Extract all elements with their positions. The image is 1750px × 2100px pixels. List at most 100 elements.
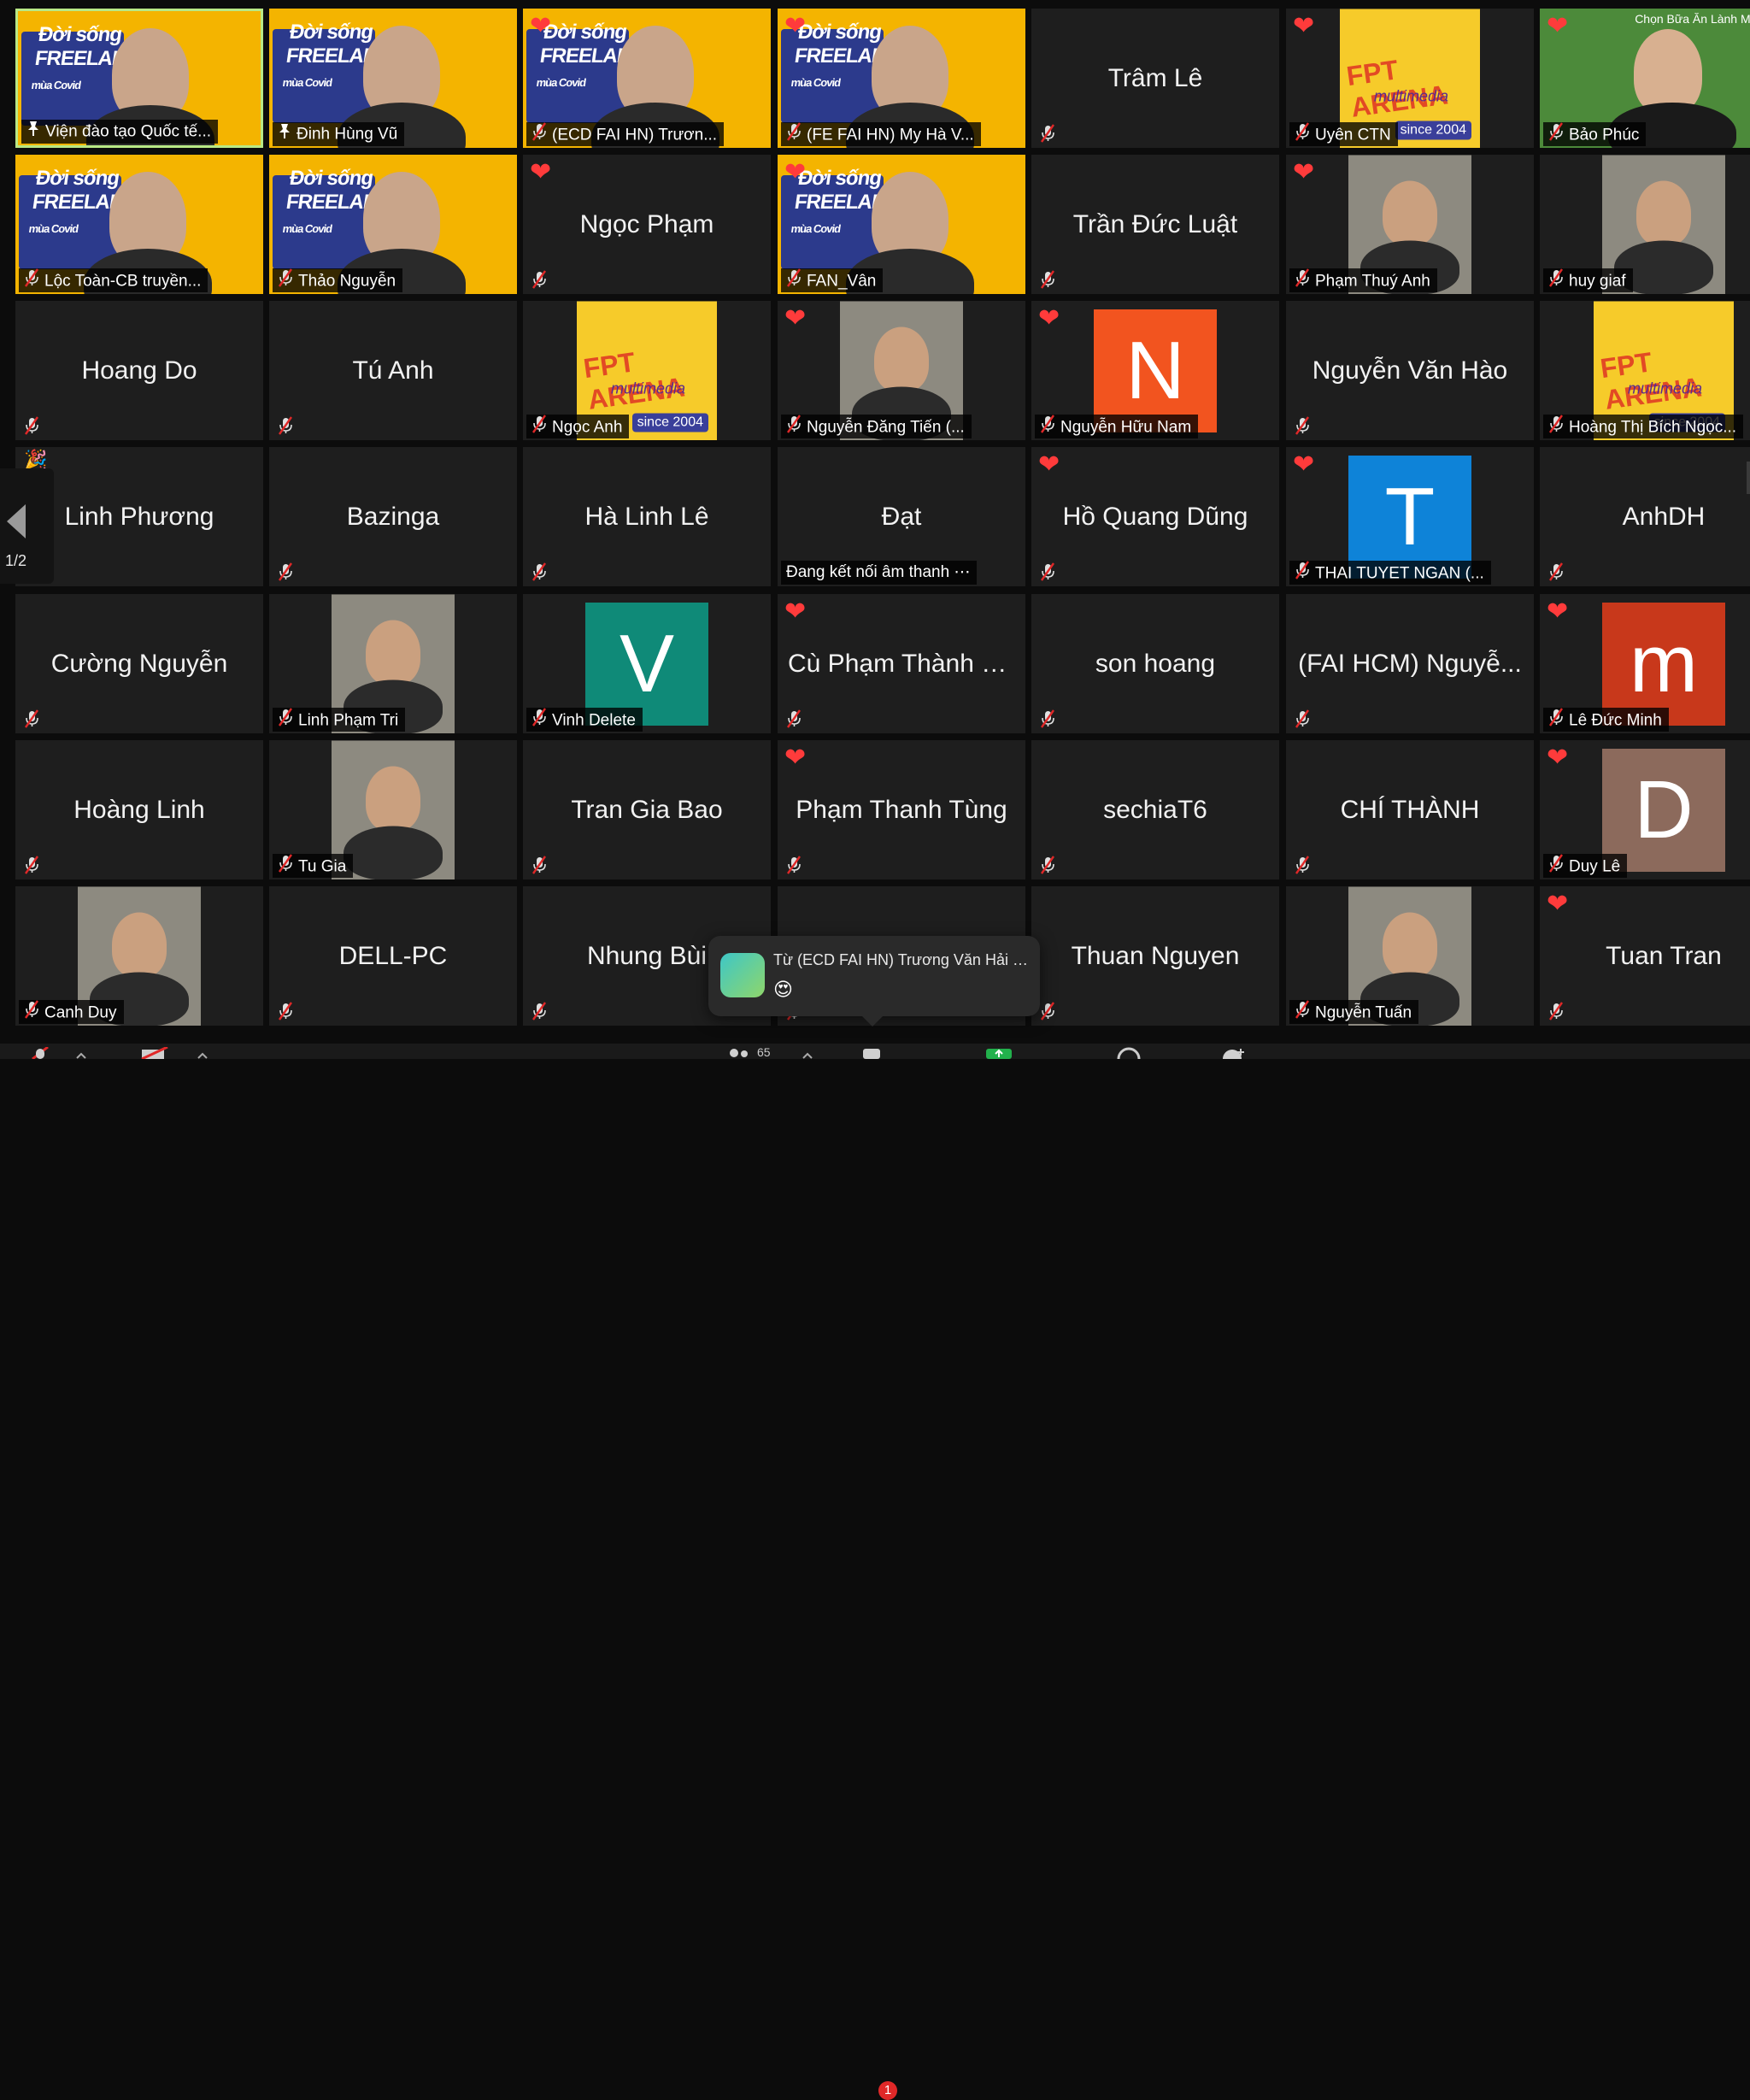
participant-tile[interactable]: Trâm Lê	[1031, 9, 1279, 148]
previous-page-button[interactable]: 1/2	[0, 468, 54, 584]
muted-mic-icon	[786, 415, 802, 438]
reactions-icon[interactable]	[1220, 1047, 1249, 1059]
participant-name: Tuan Tran	[1606, 941, 1722, 970]
participant-tile[interactable]: T ❤ THAI TUYET NGAN (...	[1286, 447, 1534, 586]
participant-tile[interactable]: Tran Gia Bao	[523, 740, 771, 879]
participant-tile[interactable]: Ngọc Phạm ❤	[523, 155, 771, 294]
toast-message: 😍	[773, 979, 793, 1000]
participant-name: Cường Nguyễn	[50, 649, 228, 678]
participant-tile[interactable]: Đời sống FREELANCER mùa Covid ❤ (ECD FAI HN)…	[523, 9, 771, 148]
participant-name: Nguyễn Văn Hào	[1312, 356, 1508, 385]
participant-tile[interactable]: Đời sống FREELANCER mùa Covid ❤ FAN_Vân	[778, 155, 1025, 294]
heart-reaction-icon: ❤	[1547, 890, 1569, 918]
participant-tile[interactable]: Đạt Đang kết nối âm thanh ⋯	[778, 447, 1025, 586]
participant-tile[interactable]: Hà Linh Lê	[523, 447, 771, 586]
participant-name: Cù Phạm Thành H...	[788, 649, 1021, 678]
participant-tile[interactable]: Cường Nguyễn	[15, 594, 263, 733]
participant-tile[interactable]: FPT ARENA multimedia since 2004 Ngọc Anh	[523, 301, 771, 440]
participant-label: Viện đào tạo Quốc tế...	[21, 120, 219, 144]
muted-mic-icon	[531, 1002, 549, 1021]
next-page-handle[interactable]	[1747, 462, 1750, 494]
participant-tile[interactable]: Linh Phạm Tri	[269, 594, 517, 733]
avatar-letter: T	[1348, 455, 1471, 579]
chevron-up-icon[interactable]	[802, 1050, 813, 1059]
participant-label: Phạm Thuý Anh	[1289, 268, 1437, 292]
muted-mic-icon	[1040, 562, 1057, 581]
muted-mic-icon	[1040, 709, 1057, 728]
chat-icon[interactable]	[861, 1047, 884, 1059]
stop-video-icon[interactable]	[138, 1047, 173, 1059]
participant-tile[interactable]: Trần Đức Luật	[1031, 155, 1279, 294]
heart-reaction-icon: ❤	[1293, 450, 1315, 479]
participant-tile[interactable]: Đời sống FREELANCER mùa Covid Thảo Nguyễn	[269, 155, 517, 294]
record-icon[interactable]	[1114, 1047, 1143, 1059]
participant-tile[interactable]: Tu Gia	[269, 740, 517, 879]
muted-mic-icon	[278, 562, 295, 581]
avatar-letter: D	[1602, 748, 1725, 872]
participant-label: Vinh Delete	[526, 708, 643, 732]
participant-tile[interactable]: D ❤ Duy Lê	[1540, 740, 1750, 879]
participant-tile[interactable]: Hoang Do	[15, 301, 263, 440]
participants-icon[interactable]	[726, 1047, 752, 1059]
chevron-up-icon[interactable]	[75, 1050, 87, 1059]
muted-mic-icon	[1548, 1002, 1565, 1021]
participant-label: (ECD FAI HN) Trươn...	[526, 122, 725, 146]
chevron-up-icon[interactable]	[197, 1050, 208, 1059]
heart-reaction-icon: ❤	[784, 597, 807, 626]
participant-label: Lộc Toàn-CB truyền...	[19, 268, 208, 292]
muted-mic-icon	[1548, 268, 1564, 292]
participant-tile[interactable]: DELL-PC	[269, 886, 517, 1026]
participant-label: Tu Gia	[273, 854, 354, 878]
participant-tile[interactable]: ❤ Nguyễn Đăng Tiến (...	[778, 301, 1025, 440]
share-screen-icon[interactable]	[984, 1047, 1013, 1059]
participant-tile[interactable]: Phạm Thanh Tùng ❤	[778, 740, 1025, 879]
participant-name: sechiaT6	[1103, 795, 1207, 824]
participant-name: Thuan Nguyen	[1071, 941, 1240, 970]
participant-tile[interactable]: son hoang	[1031, 594, 1279, 733]
participant-tile[interactable]: (FAI HCM) Nguyễ...	[1286, 594, 1534, 733]
heart-reaction-icon: ❤	[1547, 744, 1569, 772]
reaction-toast[interactable]: Từ (ECD FAI HN) Trương Văn Hải đ... 😍	[708, 936, 1040, 1026]
heart-reaction-icon: ❤	[784, 304, 807, 332]
participant-tile[interactable]: huy giaf	[1540, 155, 1750, 294]
participant-tile[interactable]: Tuan Tran ❤	[1540, 886, 1750, 1026]
participant-tile[interactable]: Hoàng Linh	[15, 740, 263, 879]
participant-label: Đinh Hùng Vũ	[273, 122, 405, 146]
participant-tile[interactable]: ❤ Phạm Thuý Anh	[1286, 155, 1534, 294]
muted-mic-icon	[1295, 416, 1312, 435]
page-indicator: 1/2	[5, 552, 27, 569]
participant-tile[interactable]: AnhDH	[1540, 447, 1750, 586]
heart-reaction-icon: ❤	[1038, 450, 1060, 479]
participant-label: FAN_Vân	[781, 268, 884, 292]
muted-mic-icon	[1295, 856, 1312, 874]
participant-tile[interactable]: Đời sống FREELANCER mùa Covid Lộc Toàn-CB t…	[15, 155, 263, 294]
participant-tile[interactable]: m ❤ Lê Đức Minh	[1540, 594, 1750, 733]
participant-tile[interactable]: Đời sống FREELANCER mùa Covid Đinh Hùng Vũ	[269, 9, 517, 148]
participant-tile[interactable]: Thuan Nguyen	[1031, 886, 1279, 1026]
participant-tile[interactable]: Đời sống FREELANCER mùa Covid ❤ (FE FAI HN) …	[778, 9, 1025, 148]
mute-audio-icon[interactable]	[27, 1047, 53, 1059]
participant-tile[interactable]: Cù Phạm Thành H... ❤	[778, 594, 1025, 733]
participant-label: Uyên CTN	[1289, 122, 1398, 146]
participant-tile[interactable]: Canh Duy	[15, 886, 263, 1026]
photo-headline: Chọn Bữa Ăn Lành Mạnh	[1635, 12, 1750, 26]
participant-name: Ngọc Phạm	[579, 209, 714, 238]
participant-tile[interactable]: Nguyễn Tuấn	[1286, 886, 1534, 1026]
participant-tile[interactable]: FPT ARENAmultimediasince 2004Hoàng Thị B…	[1540, 301, 1750, 440]
muted-mic-icon	[24, 1000, 39, 1024]
participant-tile[interactable]: N ❤ Nguyễn Hữu Nam	[1031, 301, 1279, 440]
muted-mic-icon	[278, 1002, 295, 1021]
participant-tile[interactable]: Nguyễn Văn Hào	[1286, 301, 1534, 440]
participant-tile[interactable]: Chọn Bữa Ăn Lành Mạnh ❤ Bảo Phúc	[1540, 9, 1750, 148]
participant-tile[interactable]: FPT ARENA multimedia since 2004 ❤ Uyên CTN	[1286, 9, 1534, 148]
muted-mic-icon	[531, 270, 549, 289]
participant-tile[interactable]: V Vinh Delete	[523, 594, 771, 733]
participant-tile[interactable]: Tú Anh	[269, 301, 517, 440]
participant-tile[interactable]: sechiaT6	[1031, 740, 1279, 879]
participant-tile[interactable]: Hồ Quang Dũng ❤	[1031, 447, 1279, 586]
participant-label: Linh Phạm Tri	[273, 708, 406, 732]
participant-tile[interactable]: Đời sống FREELANCER mùa Covid Viện đào tạo …	[15, 9, 263, 148]
participant-tile[interactable]: Bazinga	[269, 447, 517, 586]
participant-tile[interactable]: CHÍ THÀNH	[1286, 740, 1534, 879]
muted-mic-icon	[1548, 562, 1565, 581]
